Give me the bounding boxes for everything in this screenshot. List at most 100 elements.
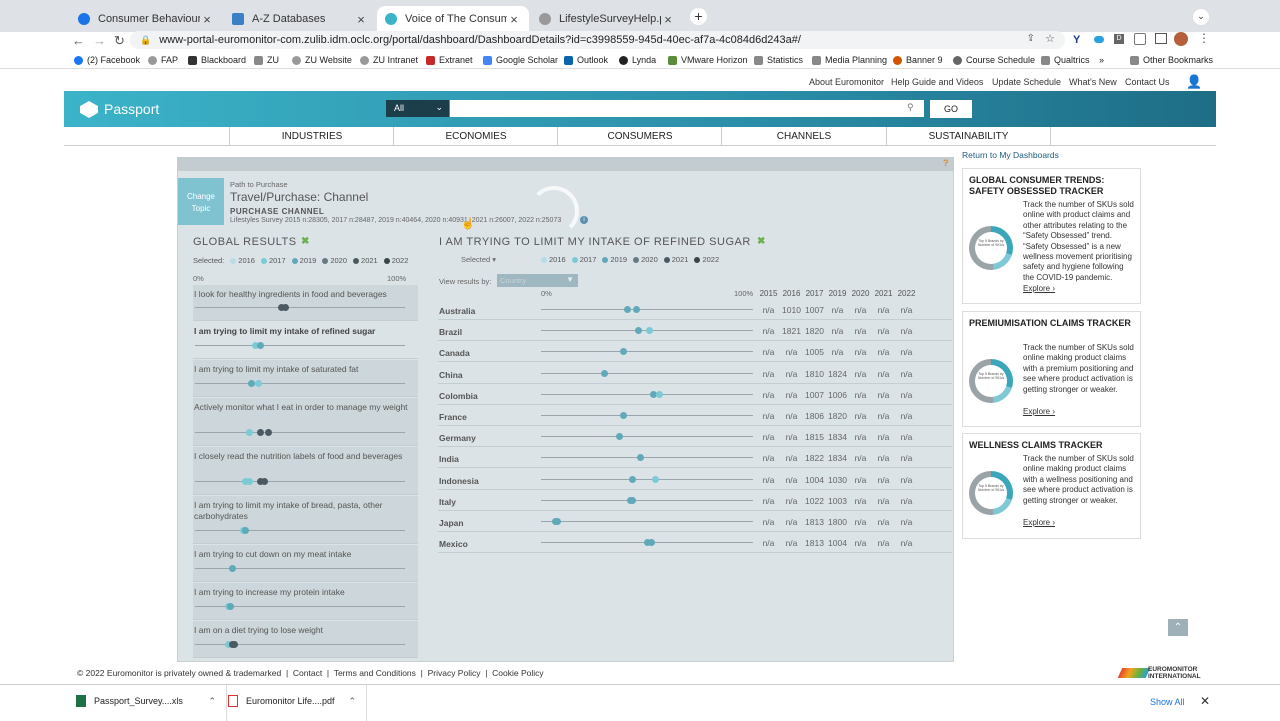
passport-logo[interactable]: Passport <box>104 101 159 117</box>
search-scope-select[interactable]: All ⌄ <box>386 100 449 117</box>
forward-arrow-icon[interactable]: → <box>93 33 106 48</box>
global-result-row[interactable]: I am trying to limit my intake of refine… <box>193 322 418 359</box>
new-tab-button[interactable]: + <box>690 8 707 25</box>
browser-tab-voice-of-consumer[interactable]: Voice of The Consumer: Lifesty × <box>377 6 529 32</box>
nav-economies[interactable]: ECONOMIES <box>393 127 558 146</box>
browser-tab-az-databases[interactable]: A-Z Databases × <box>224 6 376 32</box>
back-to-top-icon[interactable]: ⌃ <box>1168 619 1188 636</box>
screenshot-extension-icon[interactable] <box>1134 33 1146 45</box>
result-dot[interactable] <box>241 527 249 534</box>
bookmark-statistics[interactable]: Statistics <box>754 55 803 65</box>
help-guide-link[interactable]: Help Guide and Videos <box>891 77 983 87</box>
share-icon[interactable]: ⇪ <box>1027 33 1035 44</box>
result-dot[interactable] <box>227 603 235 610</box>
country-row[interactable]: Canada n/a n/a 1005 n/a n/a n/a n/a <box>438 341 952 363</box>
result-dot[interactable] <box>256 429 264 436</box>
d-extension-icon[interactable]: D <box>1114 34 1124 44</box>
bookmark-outlook[interactable]: Outlook <box>564 55 608 65</box>
chevron-up-icon[interactable]: ⌃ <box>348 696 356 707</box>
global-result-row[interactable]: I am trying to limit my intake of bread,… <box>193 496 418 544</box>
profile-avatar-icon[interactable] <box>1174 32 1188 46</box>
global-result-row[interactable]: I am trying to limit my intake of satura… <box>193 360 418 397</box>
country-row[interactable]: Mexico n/a n/a 1813 1004 n/a n/a n/a <box>438 532 952 554</box>
legend-item-2019[interactable]: 2019 <box>291 256 316 265</box>
country-dot[interactable] <box>628 475 636 483</box>
close-tab-icon[interactable]: × <box>354 12 368 27</box>
tab-search-chevron-icon[interactable]: ⌄ <box>1193 9 1209 25</box>
legend-item-2016[interactable]: 2016 <box>541 255 566 264</box>
country-dot[interactable] <box>620 348 628 356</box>
footer-contact-link[interactable]: Contact <box>293 668 322 678</box>
legend-item-2016[interactable]: 2016 <box>230 256 255 265</box>
view-by-select[interactable]: Country ▼ <box>497 274 578 287</box>
country-row[interactable]: Italy n/a n/a 1022 1003 n/a n/a n/a <box>438 490 952 511</box>
country-dot[interactable] <box>635 327 643 335</box>
help-icon[interactable]: ? <box>943 158 949 168</box>
info-icon[interactable]: i <box>580 216 588 224</box>
contact-us-link[interactable]: Contact Us <box>1125 77 1170 87</box>
bookmark-facebook[interactable]: (2) Facebook <box>74 55 140 65</box>
extension-icon[interactable]: Y <box>1073 34 1080 46</box>
legend-item-2020[interactable]: 2020 <box>633 255 658 264</box>
update-schedule-link[interactable]: Update Schedule <box>992 77 1061 87</box>
bookmark-qualtrics[interactable]: Qualtrics <box>1041 55 1090 65</box>
country-dot[interactable] <box>620 412 628 419</box>
close-tab-icon[interactable]: × <box>661 12 675 27</box>
user-settings-icon[interactable]: 👤 <box>1186 74 1202 90</box>
download-item-pdf[interactable]: Euromonitor Life....pdf ⌃ <box>228 695 356 707</box>
bookmark-google-scholar[interactable]: Google Scholar <box>483 55 558 65</box>
global-result-row[interactable]: Actively monitor what I eat in order to … <box>193 398 418 446</box>
bookmark-lynda[interactable]: Lynda <box>619 55 656 65</box>
legend-item-2017[interactable]: 2017 <box>571 255 596 264</box>
whats-new-link[interactable]: What's New <box>1069 77 1117 87</box>
change-topic-button[interactable]: Change Topic <box>178 178 224 225</box>
back-arrow-icon[interactable]: ← <box>72 33 85 48</box>
country-row[interactable]: Japan n/a n/a 1813 1800 n/a n/a n/a <box>438 511 952 532</box>
result-dot[interactable] <box>246 478 254 485</box>
nav-industries[interactable]: INDUSTRIES <box>229 127 394 146</box>
country-row[interactable]: Brazil n/a 1821 1820 n/a n/a n/a n/a <box>438 320 952 342</box>
address-bar[interactable]: 🔒 www-portal-euromonitor-com.zulib.idm.o… <box>130 31 1065 49</box>
country-dot[interactable] <box>628 496 636 504</box>
download-item-xls[interactable]: Passport_Survey....xls ⌃ <box>76 695 216 707</box>
search-icon[interactable]: ⚲ <box>907 102 914 113</box>
legend-item-2020[interactable]: 2020 <box>322 256 347 265</box>
country-dot[interactable] <box>624 306 632 313</box>
bookmark-zu-intranet[interactable]: ZU Intranet <box>360 55 418 65</box>
about-link[interactable]: About Euromonitor <box>809 77 884 87</box>
close-tab-icon[interactable]: × <box>200 12 214 27</box>
bookmark-zu-website[interactable]: ZU Website <box>292 55 352 65</box>
bookmark-fap[interactable]: FAP <box>148 55 178 65</box>
search-input[interactable] <box>450 100 924 117</box>
country-dot[interactable] <box>651 475 659 483</box>
legend-item-2017[interactable]: 2017 <box>260 256 286 265</box>
global-result-row[interactable]: I am trying to cut down on my meat intak… <box>193 545 418 582</box>
explore-link[interactable]: Explore › <box>1023 284 1055 294</box>
sidepanel-icon[interactable] <box>1155 33 1167 44</box>
country-row[interactable]: India n/a n/a 1822 1834 n/a n/a n/a <box>438 447 952 469</box>
global-result-row[interactable]: I closely read the nutrition labels of f… <box>193 447 418 495</box>
bookmarks-overflow[interactable]: » <box>1099 55 1104 65</box>
legend-item-2021[interactable]: 2021 <box>353 256 378 265</box>
result-dot[interactable] <box>260 478 268 485</box>
country-dot[interactable] <box>601 369 609 377</box>
legend-item-2022[interactable]: 2022 <box>694 255 719 264</box>
result-dot[interactable] <box>231 641 239 648</box>
country-dot[interactable] <box>637 454 645 462</box>
legend-item-2019[interactable]: 2019 <box>602 255 627 264</box>
browser-menu-icon[interactable]: ⋮ <box>1198 31 1210 45</box>
show-all-downloads-button[interactable]: Show All <box>1150 697 1185 707</box>
bookmark-vmware[interactable]: VMware Horizon <box>668 55 748 65</box>
close-x-icon[interactable]: ✖ <box>757 236 765 247</box>
country-dot[interactable] <box>656 390 664 398</box>
reload-icon[interactable]: ↻ <box>114 33 125 49</box>
right-selected-dropdown[interactable]: Selected ▾ <box>461 255 496 264</box>
global-result-row[interactable]: I look for healthy ingredients in food a… <box>193 285 418 321</box>
country-row[interactable]: Colombia n/a n/a 1007 1006 n/a n/a n/a <box>438 384 952 405</box>
country-row[interactable]: China n/a n/a 1810 1824 n/a n/a n/a <box>438 363 952 384</box>
close-tab-icon[interactable]: × <box>507 12 521 27</box>
nav-channels[interactable]: CHANNELS <box>721 127 886 146</box>
bookmark-extranet[interactable]: Extranet <box>426 55 473 65</box>
result-dot[interactable] <box>254 380 262 387</box>
bookmark-star-icon[interactable]: ☆ <box>1045 32 1055 45</box>
